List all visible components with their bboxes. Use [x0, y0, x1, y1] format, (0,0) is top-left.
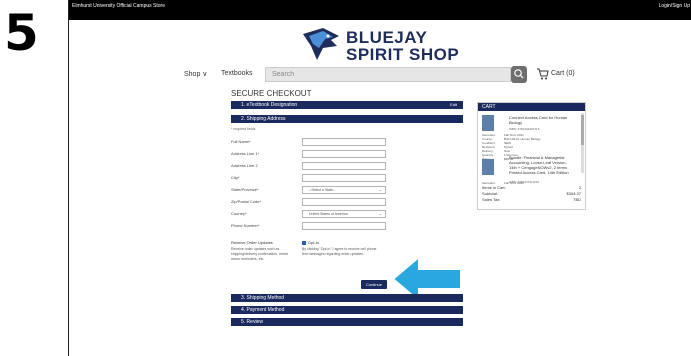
field-label: Address Line 2: [231, 163, 258, 168]
chevron-down-icon: ⌄: [378, 211, 382, 216]
city-input[interactable]: [302, 174, 386, 182]
field-label: City*: [231, 175, 240, 180]
cart-panel: CART Connect Access Card for Human Biolo…: [477, 102, 586, 210]
login-link[interactable]: Login/Sign Up: [659, 3, 690, 9]
field-label: Address Line 1*: [231, 151, 260, 156]
section-title: 2. Shipping Address: [241, 116, 286, 122]
cart-header: CART: [478, 103, 585, 111]
section-review[interactable]: 5. Review: [231, 318, 463, 326]
scrollbar-thumb[interactable]: [581, 115, 584, 145]
optin-label: Opt-in: [308, 240, 319, 245]
address-line-1-input[interactable]: [302, 150, 386, 158]
section-title: 3. Shipping Method: [241, 295, 285, 301]
updates-description: Receive order updates such as shipping/d…: [231, 247, 288, 261]
summary-label: Subtotal:: [482, 191, 498, 196]
phone-input[interactable]: [302, 222, 386, 230]
field-label: State/Province*: [231, 187, 259, 192]
product-thumbnail: [482, 115, 494, 131]
store-name[interactable]: Elmhurst University Official Campus Stor…: [72, 3, 165, 9]
shop-menu[interactable]: Shop ∨: [184, 70, 207, 78]
section-title: 1. eTextbook Designation: [241, 102, 298, 108]
product-isbn: ISBN: 9781264462715: [509, 127, 540, 131]
textbooks-link[interactable]: Textbooks: [221, 70, 253, 77]
product-thumbnail: [482, 159, 494, 175]
cart-scrollbar[interactable]: [581, 113, 584, 173]
field-label: Full Name*: [231, 139, 251, 144]
search-icon: [514, 69, 524, 79]
subtotal-row: Subtotal: $304.37: [482, 191, 581, 196]
country-select[interactable]: United States of America ⌄: [302, 210, 386, 218]
cart-item: Bundle: Financial & Managerial Accountin…: [482, 155, 578, 185]
full-name-input[interactable]: [302, 138, 386, 146]
cart-icon[interactable]: [536, 68, 549, 80]
updates-title: Receive Order Updates: [231, 240, 273, 245]
edit-link[interactable]: Edit: [450, 102, 457, 107]
zip-input[interactable]: [302, 198, 386, 206]
search-button[interactable]: [511, 66, 527, 83]
section-shipping-method[interactable]: 3. Shipping Method: [231, 294, 463, 302]
browser-frame: Elmhurst University Official Campus Stor…: [68, 0, 691, 356]
bluejay-logo-icon: [303, 28, 339, 60]
step-number: 5: [4, 4, 39, 62]
summary-value: 2: [578, 185, 581, 190]
address-line-2-input[interactable]: [302, 162, 386, 170]
main-nav: Shop ∨ Textbooks Search Cart (0): [69, 66, 691, 84]
optin-checkbox[interactable]: Opt-in: [302, 240, 319, 245]
chevron-down-icon: ⌄: [378, 187, 382, 192]
field-label: Country*: [231, 211, 247, 216]
product-name[interactable]: Bundle: Financial & Managerial Accountin…: [509, 155, 575, 175]
summary-value: TBD: [573, 197, 581, 202]
summary-label: Items in Cart:: [482, 185, 506, 190]
field-value: United States of America: [309, 212, 348, 216]
page-title: SECURE CHECKOUT: [231, 89, 312, 98]
items-in-cart-row: Items in Cart: 2: [482, 185, 581, 190]
summary-value: $304.37: [566, 191, 581, 196]
section-payment-method[interactable]: 4. Payment Method: [231, 306, 463, 314]
search-placeholder: Search: [272, 71, 295, 78]
consent-text: By clicking "Opt-in" I agree to receive …: [302, 247, 377, 256]
checkbox-icon: [302, 240, 306, 245]
search-input[interactable]: Search: [265, 67, 511, 82]
field-label: Zip/Postal Code*: [231, 199, 262, 204]
field-label: Phone Number*: [231, 223, 260, 228]
cart-heading: CART: [482, 104, 496, 110]
required-note: * required fields: [231, 127, 256, 131]
top-bar: Elmhurst University Official Campus Stor…: [69, 0, 691, 20]
section-title: 5. Review: [241, 319, 263, 325]
product-name[interactable]: Connect Access Card for Human Biology: [509, 115, 575, 125]
sales-tax-row: Sales Tax: TBD: [482, 197, 581, 202]
field-value: --Select a State--: [309, 188, 336, 192]
state-select[interactable]: --Select a State-- ⌄: [302, 186, 386, 194]
cart-link[interactable]: Cart (0): [551, 70, 575, 77]
site-logo[interactable]: BLUEJAY SPIRIT SHOP: [301, 26, 481, 64]
section-etextbook[interactable]: 1. eTextbook Designation Edit: [231, 101, 463, 109]
summary-label: Sales Tax:: [482, 197, 501, 202]
section-title: 4. Payment Method: [241, 307, 285, 313]
section-shipping-address: 2. Shipping Address: [231, 115, 463, 123]
continue-button[interactable]: Continue: [361, 280, 387, 289]
brand-line-2: SPIRIT SHOP: [346, 45, 460, 64]
